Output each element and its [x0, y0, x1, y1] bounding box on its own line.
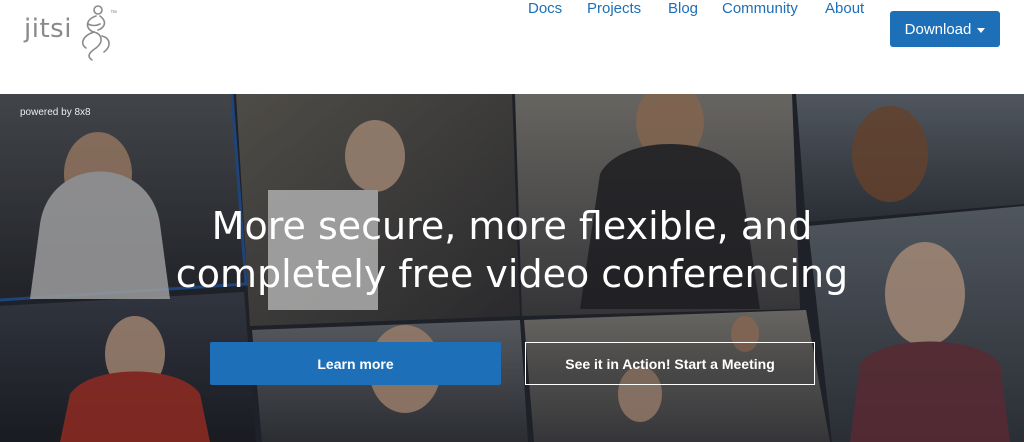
nav-about[interactable]: About — [825, 0, 864, 17]
hero-section: powered by 8x8 More secure, more flexibl… — [0, 94, 1024, 442]
nav-projects[interactable]: Projects — [587, 0, 641, 17]
trademark-mark: ™ — [110, 10, 117, 17]
nav-blog[interactable]: Blog — [668, 0, 698, 17]
hero-headline-line2: completely free video conferencing — [175, 252, 849, 296]
nav-community[interactable]: Community — [722, 0, 798, 17]
nav-docs[interactable]: Docs — [528, 0, 562, 17]
start-meeting-button[interactable]: See it in Action! Start a Meeting — [525, 342, 815, 385]
hero-headline-line1: More secure, more flexible, and — [211, 204, 813, 248]
site-header: jitsi ™ Docs Projects Blog Community Abo… — [0, 0, 1024, 94]
caret-down-icon — [977, 27, 986, 33]
download-button[interactable]: Download — [890, 11, 1000, 47]
download-label: Download — [904, 20, 972, 38]
logo-text: jitsi — [24, 14, 72, 44]
hero-headline: More secure, more flexible, and complete… — [0, 202, 1024, 298]
jitsi-logo[interactable]: jitsi ™ — [22, 2, 122, 62]
powered-by-label: powered by 8x8 — [20, 107, 91, 118]
learn-more-button[interactable]: Learn more — [210, 342, 501, 385]
